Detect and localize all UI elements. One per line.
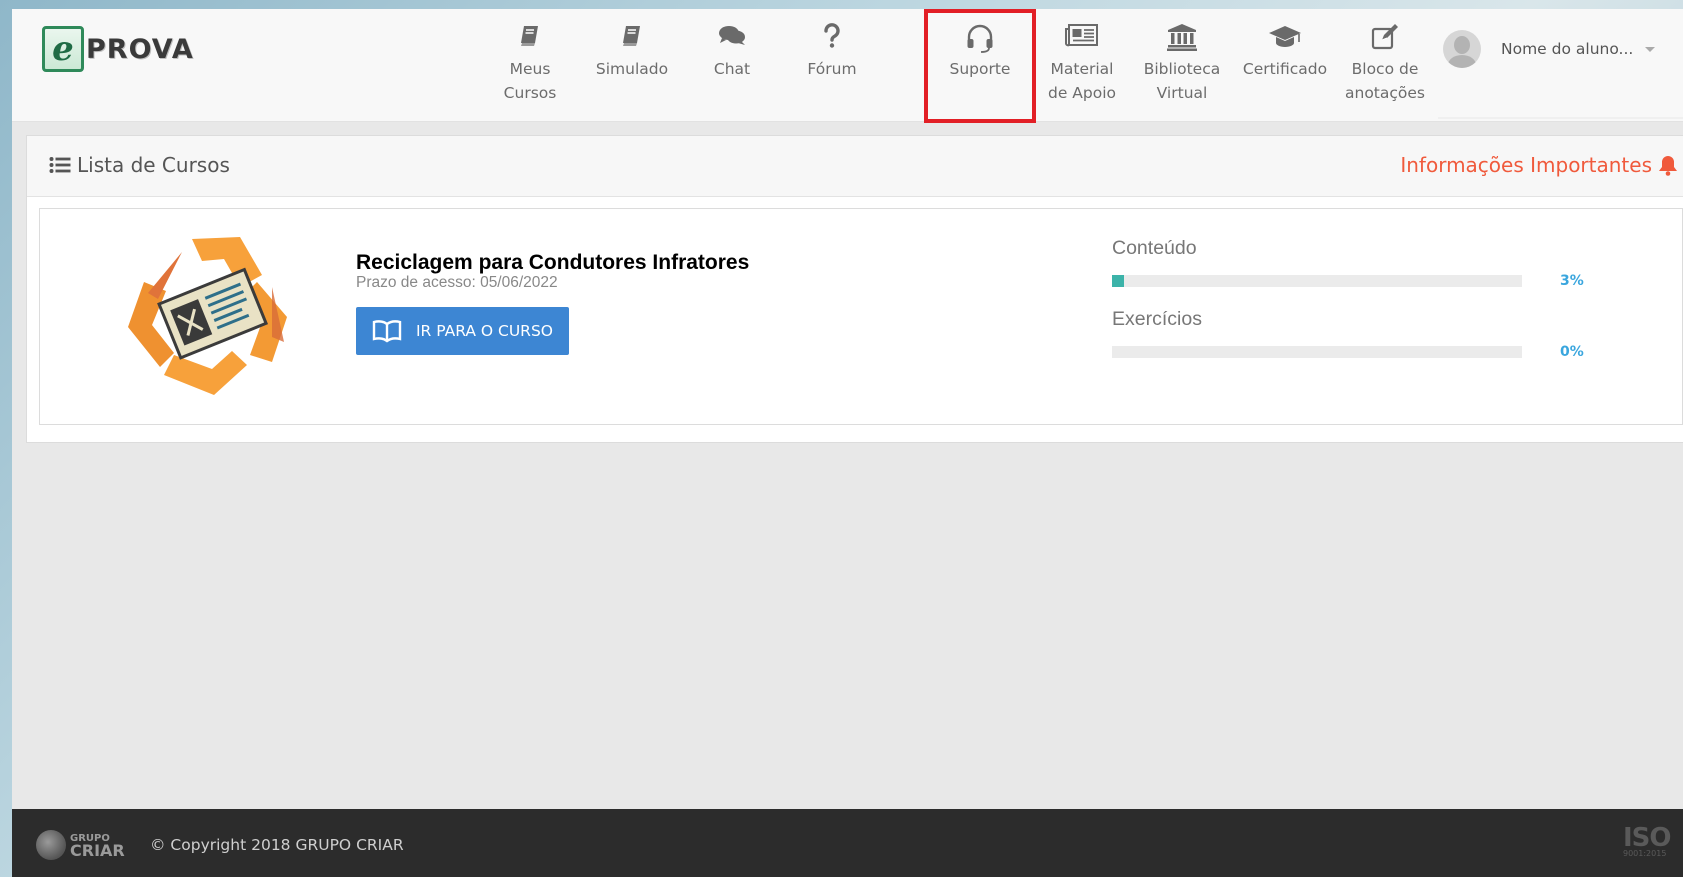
footer: GRUPO CRIAR © Copyright 2018 GRUPO CRIAR… xyxy=(12,809,1683,877)
nav-material-de-apoio[interactable]: Material de Apoio xyxy=(1037,9,1127,114)
content-progress-bar xyxy=(1112,275,1522,287)
course-access-deadline: Prazo de acesso: 05/06/2022 xyxy=(356,274,558,291)
user-name: Nome do aluno... xyxy=(1501,40,1634,58)
nav-label: Fórum xyxy=(807,60,857,78)
nav-bloco-de-anotacoes[interactable]: Bloco de anotações xyxy=(1337,9,1433,114)
go-to-course-label: IR PARA O CURSO xyxy=(415,322,553,340)
nav-label: Certificado xyxy=(1242,60,1328,78)
nav-suporte[interactable]: Suporte xyxy=(924,9,1036,123)
avatar xyxy=(1443,30,1481,68)
book-icon xyxy=(490,23,570,59)
list-icon xyxy=(49,157,71,173)
nav-simulado[interactable]: Simulado xyxy=(587,9,677,114)
chat-icon xyxy=(692,23,772,59)
nav-label: Chat xyxy=(713,60,751,78)
open-book-icon xyxy=(372,320,402,343)
nav-label: Material de Apoio xyxy=(1047,60,1117,102)
important-info-link[interactable]: Informações Importantes xyxy=(1400,153,1678,177)
logo-text: PROVA xyxy=(86,33,194,65)
nav-label: Suporte xyxy=(949,60,1011,78)
copyright-text: © Copyright 2018 GRUPO CRIAR xyxy=(150,836,404,854)
user-menu[interactable]: Nome do aluno... xyxy=(1443,24,1683,74)
exercises-progress-percent: 0% xyxy=(1560,344,1584,360)
newspaper-icon xyxy=(1037,23,1127,59)
important-info-text: Informações Importantes xyxy=(1400,153,1652,177)
nav-label: Meus Cursos xyxy=(503,60,557,102)
nav-meus-cursos[interactable]: Meus Cursos xyxy=(490,9,570,114)
iso-certification-badge: ISO 9001:2015 xyxy=(1623,823,1677,863)
nav-biblioteca-virtual[interactable]: Biblioteca Virtual xyxy=(1137,9,1227,114)
logo-mark: e xyxy=(42,26,84,72)
user-menu-divider xyxy=(1438,117,1683,119)
nav-label: Biblioteca Virtual xyxy=(1143,60,1221,102)
content-progress-percent: 3% xyxy=(1560,273,1584,289)
globe-icon xyxy=(36,830,66,860)
edit-icon xyxy=(1337,23,1433,59)
panel-title: Lista de Cursos xyxy=(49,153,230,177)
app-window: e PROVA Meus Cursos Simulado Chat Fórum … xyxy=(12,9,1683,877)
headset-icon xyxy=(924,23,1036,59)
course-title[interactable]: Reciclagem para Condutores Infratores xyxy=(356,251,749,275)
top-navbar: e PROVA Meus Cursos Simulado Chat Fórum … xyxy=(12,9,1683,123)
nav-label: Simulado xyxy=(595,60,669,78)
chevron-down-icon xyxy=(1645,46,1656,52)
panel-header: Lista de Cursos Informações Importantes xyxy=(27,136,1683,197)
content-progress-fill xyxy=(1112,275,1125,287)
library-icon xyxy=(1137,23,1227,59)
nav-certificado[interactable]: Certificado xyxy=(1237,9,1333,114)
exercises-progress-bar xyxy=(1112,346,1522,358)
eprova-logo[interactable]: e PROVA xyxy=(42,23,202,75)
panel-title-text: Lista de Cursos xyxy=(77,153,230,177)
grupo-criar-logo: GRUPO CRIAR xyxy=(36,830,125,860)
nav-chat[interactable]: Chat xyxy=(692,9,772,114)
nav-label: Bloco de anotações xyxy=(1345,60,1425,102)
book-icon xyxy=(587,23,677,59)
nav-forum[interactable]: Fórum xyxy=(792,9,872,114)
exercises-progress-label: Exercícios xyxy=(1112,308,1202,330)
course-thumbnail xyxy=(122,227,302,402)
go-to-course-button[interactable]: IR PARA O CURSO xyxy=(356,307,569,355)
question-icon xyxy=(792,23,872,59)
course-card: Reciclagem para Condutores Infratores Pr… xyxy=(39,208,1683,425)
graduation-cap-icon xyxy=(1237,23,1333,59)
course-list-panel: Lista de Cursos Informações Importantes xyxy=(26,135,1683,443)
content-progress-label: Conteúdo xyxy=(1112,237,1197,259)
bell-icon xyxy=(1659,156,1677,176)
logo-big-text: CRIAR xyxy=(70,841,125,860)
